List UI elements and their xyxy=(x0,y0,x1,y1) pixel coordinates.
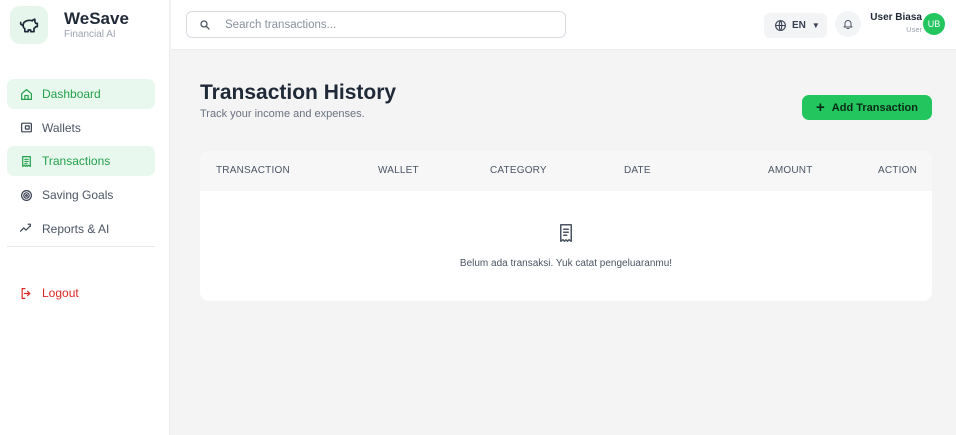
wallet-icon xyxy=(19,121,33,135)
page-title: Transaction History xyxy=(200,81,397,104)
brand-subtitle: Financial AI xyxy=(64,28,116,40)
add-transaction-label: Add Transaction xyxy=(831,101,918,114)
table-header: TRANSACTION WALLET CATEGORY DATE AMOUNT … xyxy=(200,151,932,191)
user-name: User Biasa xyxy=(870,12,922,23)
avatar[interactable]: UB xyxy=(923,13,945,35)
column-header-category: CATEGORY xyxy=(490,165,547,176)
home-icon xyxy=(19,87,33,101)
empty-state: Belum ada transaksi. Yuk catat pengeluar… xyxy=(200,191,932,301)
notification-button[interactable] xyxy=(835,11,861,37)
sidebar-item-label: Wallets xyxy=(42,120,81,135)
search-input[interactable] xyxy=(225,18,545,31)
globe-icon xyxy=(774,19,787,32)
chevron-down-icon: ▼ xyxy=(811,21,820,30)
logout-label: Logout xyxy=(42,286,79,300)
sidebar-item-saving-goals[interactable]: Saving Goals xyxy=(7,180,155,210)
chart-line-icon xyxy=(19,222,33,236)
column-header-amount: AMOUNT xyxy=(768,165,813,176)
piggy-bank-icon xyxy=(10,6,48,44)
receipt-icon xyxy=(19,154,33,168)
sidebar-item-reports[interactable]: Reports & AI xyxy=(7,214,155,244)
sidebar-item-label: Dashboard xyxy=(42,87,101,101)
transactions-table: TRANSACTION WALLET CATEGORY DATE AMOUNT … xyxy=(200,151,932,301)
sidebar-item-label: Saving Goals xyxy=(42,188,114,203)
add-transaction-button[interactable]: + Add Transaction xyxy=(802,95,932,120)
logout-button[interactable]: Logout xyxy=(7,278,155,308)
user-role: User xyxy=(906,25,922,34)
sidebar-item-label: Reports & AI xyxy=(42,221,110,236)
target-icon xyxy=(19,188,33,202)
topbar: EN ▼ User Biasa User UB xyxy=(171,0,956,50)
bell-icon xyxy=(842,18,854,30)
sidebar-divider xyxy=(7,246,155,247)
search-icon xyxy=(199,19,211,31)
column-header-date: DATE xyxy=(624,165,651,176)
user-info[interactable]: User Biasa User xyxy=(868,11,922,36)
sidebar: WeSave Financial AI Dashboard Wallets Tr… xyxy=(0,0,170,435)
column-header-wallet: WALLET xyxy=(378,165,419,176)
sidebar-item-dashboard[interactable]: Dashboard xyxy=(7,79,155,109)
logout-icon xyxy=(19,286,33,300)
receipt-icon xyxy=(557,223,575,243)
sidebar-item-transactions[interactable]: Transactions xyxy=(7,146,155,177)
column-header-transaction: TRANSACTION xyxy=(216,165,290,176)
column-header-action: ACTION xyxy=(878,165,917,176)
language-label: EN xyxy=(792,20,806,31)
sidebar-item-wallets[interactable]: Wallets xyxy=(7,113,155,143)
page-subtitle: Track your income and expenses. xyxy=(200,108,365,120)
brand[interactable]: WeSave Financial AI xyxy=(0,0,169,50)
search-box[interactable] xyxy=(186,11,566,38)
brand-name: WeSave xyxy=(64,8,129,28)
sidebar-nav: Dashboard Wallets Transactions Saving Go… xyxy=(7,79,155,247)
sidebar-item-label: Transactions xyxy=(42,154,111,169)
plus-icon: + xyxy=(816,99,825,116)
language-selector[interactable]: EN ▼ xyxy=(764,13,827,38)
empty-message: Belum ada transaksi. Yuk catat pengeluar… xyxy=(459,258,673,269)
